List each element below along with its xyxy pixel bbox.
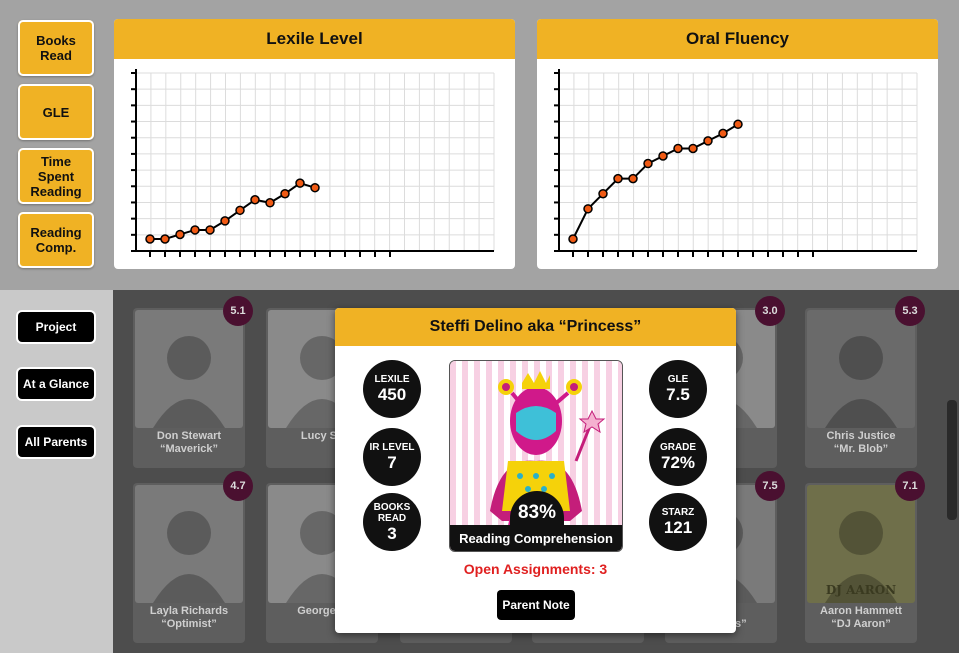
student-name-text: Don Stewart	[156, 430, 222, 442]
data-point	[643, 158, 653, 169]
lexile-chart-card: Lexile Level	[114, 19, 515, 269]
data-point	[673, 143, 683, 154]
open-assignments-link[interactable]: Open Assignments: 3	[335, 561, 736, 577]
all-parents-button[interactable]: All Parents	[18, 427, 94, 457]
student-avatar-thumb	[807, 310, 915, 428]
reading-comp-label: Reading Comprehension	[450, 525, 622, 551]
student-avatar-thumb	[135, 485, 243, 603]
student-nickname-text: “Mr. Blob”	[833, 443, 889, 455]
level-badge: 4.7	[223, 471, 253, 501]
data-point	[295, 178, 305, 188]
gle-button[interactable]: GLE	[18, 84, 94, 140]
grade-stat: GRADE 72%	[649, 428, 707, 486]
data-point	[175, 229, 185, 240]
scrollbar[interactable]	[947, 400, 957, 520]
series-line	[572, 123, 739, 240]
level-badge: 5.3	[895, 296, 925, 326]
level-badge: 5.1	[223, 296, 253, 326]
lexile-chart-title: Lexile Level	[114, 19, 515, 59]
student-card[interactable]: DJ AARON Aaron Hammett “DJ Aaron” 7.1	[805, 471, 925, 643]
parent-note-button[interactable]: Parent Note	[497, 590, 575, 620]
data-point	[265, 198, 275, 208]
time-spent-reading-button[interactable]: Time Spent Reading	[18, 148, 94, 204]
fluency-chart-title: Oral Fluency	[537, 19, 938, 59]
data-point	[598, 188, 608, 199]
books-read-stat: BOOKS READ 3	[363, 493, 421, 551]
data-point	[250, 195, 260, 205]
data-point	[628, 173, 638, 184]
fluency-chart-card: Oral Fluency	[537, 19, 938, 269]
student-nickname-text: “DJ Aaron”	[831, 618, 891, 630]
student-card[interactable]: Chris Justice “Mr. Blob” 5.3	[805, 296, 925, 468]
data-point	[568, 234, 578, 244]
data-point	[688, 143, 698, 154]
student-name: Aaron Hammett “DJ Aaron”	[805, 605, 917, 631]
data-point	[145, 234, 155, 244]
ir-level-stat: IR LEVEL 7	[363, 428, 421, 486]
data-point	[613, 173, 623, 184]
student-name-text: Layla Richards	[149, 605, 229, 617]
project-button[interactable]: Project	[18, 312, 94, 342]
data-point	[205, 225, 215, 235]
data-point	[583, 204, 593, 214]
data-point	[280, 188, 290, 199]
student-name: Layla Richards “Optimist”	[133, 605, 245, 631]
modal-title: Steffi Delino aka “Princess”	[335, 308, 736, 346]
student-name: Chris Justice “Mr. Blob”	[805, 430, 917, 456]
student-nickname-text: “Maverick”	[159, 443, 219, 455]
level-badge: 3.0	[755, 296, 785, 326]
student-card[interactable]: Don Stewart “Maverick” 5.1	[133, 296, 253, 468]
student-name-text: Chris Justice	[826, 430, 896, 442]
fluency-chart	[554, 69, 918, 257]
data-point	[235, 205, 245, 216]
data-point	[190, 225, 200, 235]
student-name: Don Stewart “Maverick”	[133, 430, 245, 456]
view-nav	[0, 290, 113, 653]
student-avatar: 83% Reading Comprehension	[449, 360, 623, 552]
student-detail-modal: Steffi Delino aka “Princess” LEXILE 450 …	[335, 308, 736, 633]
reading-comp-button[interactable]: Reading Comp.	[18, 212, 94, 268]
data-point	[310, 182, 320, 193]
lexile-chart	[131, 69, 495, 257]
data-point	[220, 216, 230, 226]
data-point	[733, 119, 743, 130]
books-read-button[interactable]: Books Read	[18, 20, 94, 76]
student-nickname-text: “Optimist”	[161, 618, 217, 630]
data-point	[718, 128, 728, 139]
gle-stat: GLE 7.5	[649, 360, 707, 418]
student-card[interactable]: Layla Richards “Optimist” 4.7	[133, 471, 253, 643]
student-name-text: Aaron Hammett	[820, 605, 902, 617]
dj-sign: DJ AARON	[825, 583, 897, 597]
data-point	[160, 234, 170, 244]
level-badge: 7.5	[755, 471, 785, 501]
student-avatar-thumb	[135, 310, 243, 428]
lexile-stat: LEXILE 450	[363, 360, 421, 418]
series-line	[150, 182, 316, 240]
data-point	[658, 151, 668, 161]
at-a-glance-button[interactable]: At a Glance	[18, 369, 94, 399]
level-badge: 7.1	[895, 471, 925, 501]
data-point	[703, 136, 713, 146]
starz-stat: STARZ 121	[649, 493, 707, 551]
